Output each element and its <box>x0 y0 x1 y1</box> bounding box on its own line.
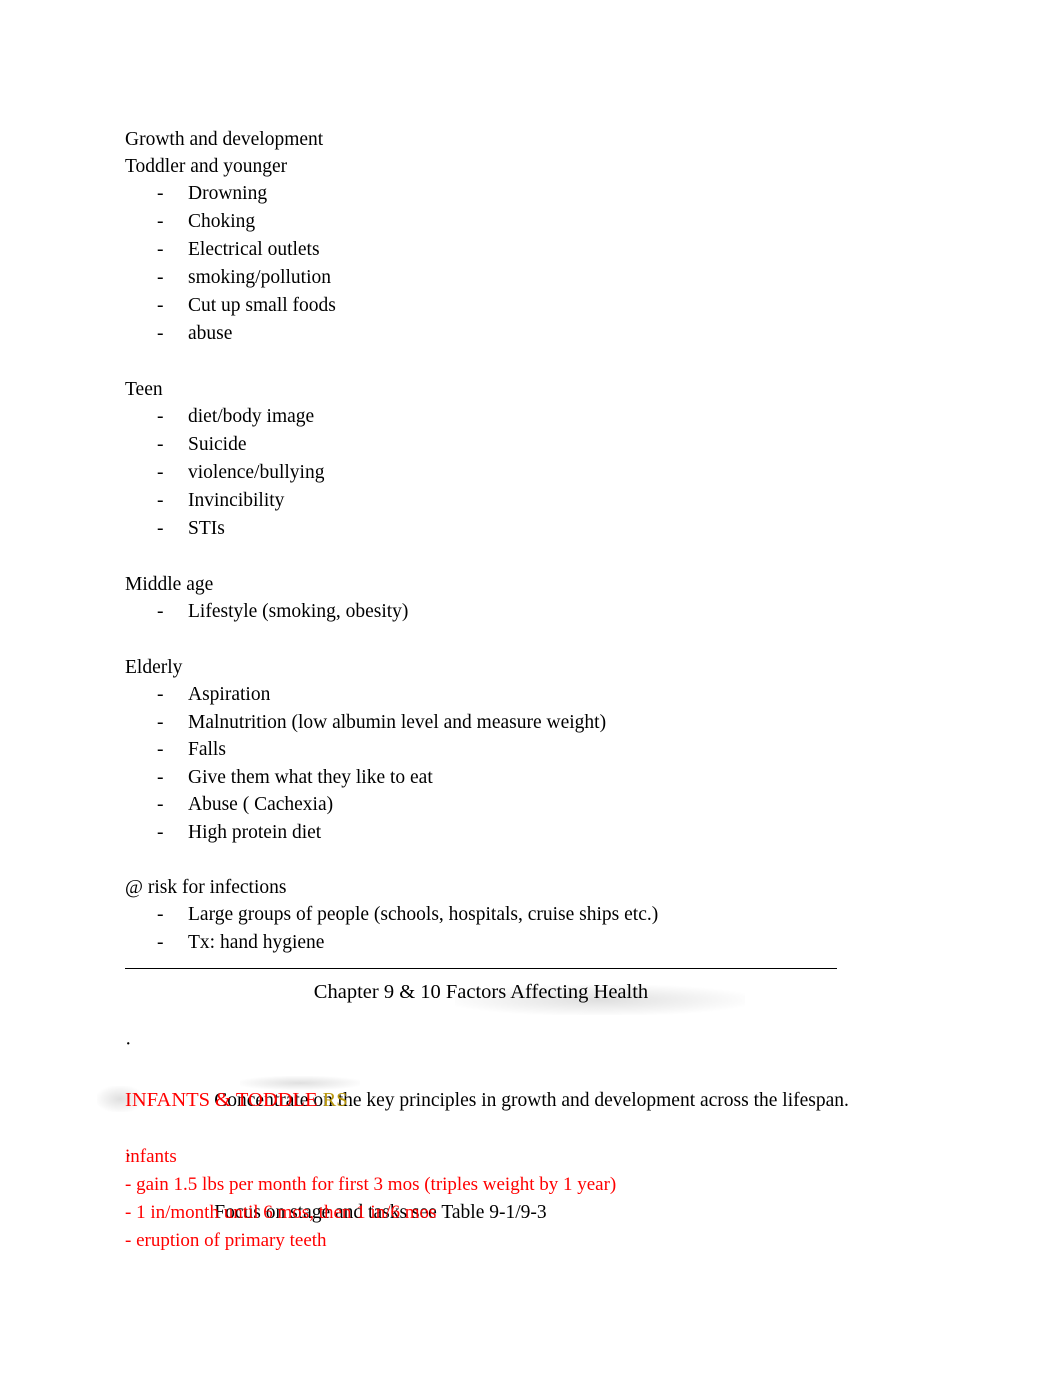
list-item: - Falls <box>125 736 985 764</box>
dash-bullet-icon: - <box>157 434 164 455</box>
list-teen-risks: - diet/body image - Suicide - violence/bull… <box>125 403 985 543</box>
list-item-label: Abuse ( Cachexia) <box>188 794 334 815</box>
dash-bullet-icon: - <box>157 739 164 760</box>
section-heading-growth: Growth and development <box>125 129 324 150</box>
dash-bullet-icon: - <box>157 711 164 733</box>
list-item-label: Drowning <box>188 183 268 204</box>
infants-notes-subtitle: infants <box>125 1146 177 1167</box>
dash-bullet-icon: - <box>157 794 164 815</box>
list-item-label: STIs <box>188 518 225 539</box>
dash-bullet-icon: - <box>157 462 164 483</box>
list-item-label: Give them what they like to eat <box>188 766 433 788</box>
middot-bullet-icon: · <box>125 1034 132 1055</box>
dash-bullet-icon: - <box>157 295 164 316</box>
dash-bullet-icon: - <box>157 931 164 953</box>
list-item: - Invincibility <box>125 487 985 515</box>
infants-toddlers-heading: INFANTS & TODDLE RS <box>125 1087 348 1113</box>
infants-toddlers-heading-gold: RS <box>322 1089 348 1111</box>
dash-bullet-icon: - <box>157 904 164 925</box>
section-heading-elderly: Elderly <box>125 657 183 678</box>
list-item-label: Electrical outlets <box>188 239 320 260</box>
infants-notes-line: - eruption of primary teeth <box>125 1230 327 1251</box>
infants-notes-block: infants - gain 1.5 lbs per month for fir… <box>125 1143 985 1255</box>
list-item: - diet/body image <box>125 403 985 431</box>
list-elderly-risks: - Aspiration - Malnutrition (low albumin l… <box>125 681 985 846</box>
dash-bullet-icon: - <box>157 766 164 788</box>
dash-bullet-icon: - <box>157 821 164 843</box>
dash-bullet-icon: - <box>157 211 164 232</box>
chapter-heading: Chapter 9 & 10 Factors Affecting Health <box>313 981 649 1003</box>
section-heading-risk-infections: @ risk for infections <box>125 877 287 898</box>
list-item-label: High protein diet <box>188 821 322 843</box>
list-item-label: violence/bullying <box>188 462 325 483</box>
list-item: - Cut up small foods <box>125 292 985 320</box>
infants-notes-line: - 1 in/month until 6 mos, then 1 in/6 mo… <box>125 1202 437 1223</box>
list-item-label: Large groups of people (schools, hospita… <box>188 904 659 925</box>
dash-bullet-icon: - <box>157 239 164 260</box>
section-heading-toddler: Toddler and younger <box>125 156 288 177</box>
list-item: - Choking <box>125 208 985 236</box>
list-item: - Give them what they like to eat <box>125 764 985 792</box>
list-item-label: diet/body image <box>188 406 315 427</box>
list-item: - violence/bullying <box>125 459 985 487</box>
section-heading-middle-age: Middle age <box>125 574 214 595</box>
list-toddler-risks: - Drowning - Choking - Electrical outlets -… <box>125 180 985 348</box>
list-item: - Abuse ( Cachexia) <box>125 791 985 819</box>
list-item-label: Invincibility <box>188 490 285 511</box>
dash-bullet-icon: - <box>157 490 164 511</box>
list-item-label: Cut up small foods <box>188 295 336 316</box>
dash-bullet-icon: - <box>157 601 164 622</box>
dash-bullet-icon: - <box>157 684 164 705</box>
list-item: - abuse <box>125 320 985 348</box>
list-item: - High protein diet <box>125 819 985 847</box>
list-item-label: smoking/pollution <box>188 267 332 288</box>
dash-bullet-icon: - <box>157 323 164 344</box>
list-item-label: Suicide <box>188 434 247 455</box>
list-item-label: Lifestyle (smoking, obesity) <box>188 601 409 622</box>
list-item: - Tx: hand hygiene <box>125 929 985 957</box>
dash-bullet-icon: - <box>157 267 164 288</box>
list-item-label: Malnutrition (low albumin level and meas… <box>188 711 607 733</box>
infants-notes-line: - gain 1.5 lbs per month for first 3 mos… <box>125 1174 617 1195</box>
list-item-label: Tx: hand hygiene <box>188 931 325 953</box>
dash-bullet-icon: - <box>157 518 164 539</box>
list-item-label: Choking <box>188 211 256 232</box>
dash-bullet-icon: - <box>157 406 164 427</box>
list-item: - Malnutrition (low albumin level and mea… <box>125 709 985 737</box>
list-item: - Lifestyle (smoking, obesity) <box>125 598 985 626</box>
dash-bullet-icon: - <box>157 183 164 204</box>
infants-toddlers-heading-red: INFANTS & TODDLE <box>125 1089 318 1111</box>
list-item: - STIs <box>125 515 985 543</box>
list-item: - Suicide <box>125 431 985 459</box>
list-item: - Aspiration <box>125 681 985 709</box>
list-item: - smoking/pollution <box>125 264 985 292</box>
list-item: - Large groups of people (schools, hospit… <box>125 901 985 929</box>
list-infection-risks: - Large groups of people (schools, hospit… <box>125 901 985 956</box>
list-item: - Electrical outlets <box>125 236 985 264</box>
list-middle-age-risks: - Lifestyle (smoking, obesity) <box>125 598 985 626</box>
section-heading-teen: Teen <box>125 379 163 400</box>
notes-body: Growth and development Toddler and young… <box>125 126 985 956</box>
document-page: Growth and development Toddler and young… <box>0 0 1062 1377</box>
list-item-label: Aspiration <box>188 684 271 705</box>
list-item-label: abuse <box>188 323 233 344</box>
list-item-label: Falls <box>188 739 226 760</box>
list-item: - Drowning <box>125 180 985 208</box>
horizontal-divider <box>125 968 837 969</box>
